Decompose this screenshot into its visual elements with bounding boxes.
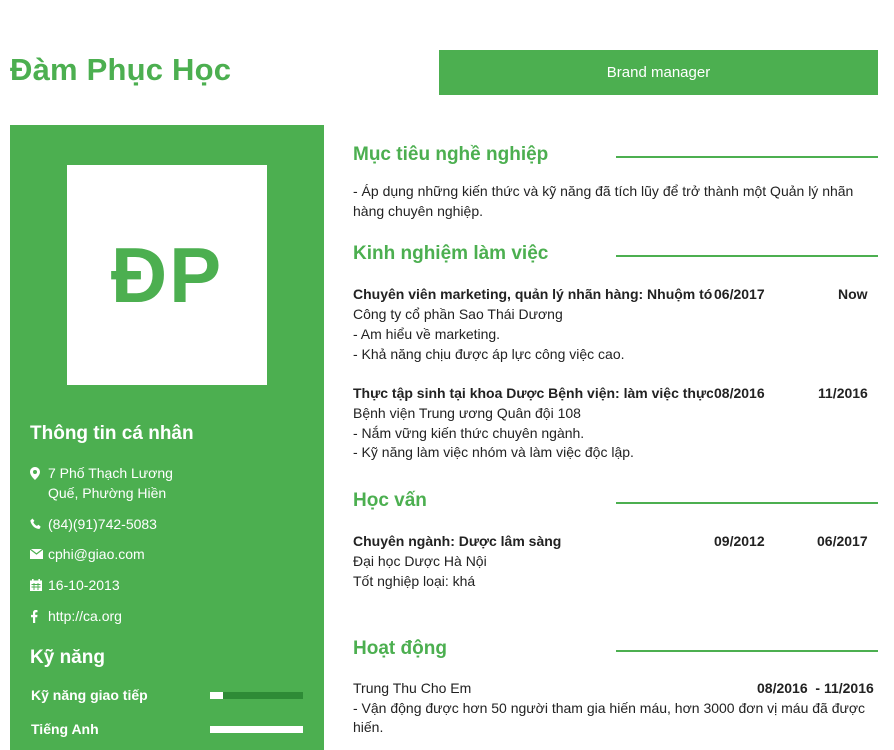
- job-detail: - Khả năng chịu được áp lực công việc ca…: [353, 346, 625, 362]
- position-title: Brand manager: [606, 64, 711, 81]
- job-detail: - Nắm vững kiến thức chuyên ngành.: [353, 425, 585, 441]
- contact-birthday: 16-10-2013: [30, 575, 120, 595]
- avatar: ĐP: [67, 165, 267, 385]
- contact-phone: (84)(91)742-5083: [30, 514, 157, 534]
- skill-item: Tiếng Anh: [31, 721, 303, 741]
- calendar-icon: [30, 575, 48, 595]
- contact-email: cphi@giao.com: [30, 544, 145, 564]
- education-start-date: 09/2012: [714, 533, 765, 549]
- job-end-date: 11/2016: [818, 385, 868, 401]
- job-detail: - Am hiểu về marketing.: [353, 326, 501, 342]
- skills-heading: Kỹ năng: [30, 647, 105, 668]
- phone-number: (84)(91)742-5083: [48, 516, 157, 532]
- section-divider: [616, 255, 878, 257]
- contact-address: 7 Phố Thạch Lương Quế, Phường Hiền: [30, 463, 173, 503]
- skill-bar-fill: [210, 726, 303, 733]
- contact-website: http://ca.org: [30, 606, 122, 626]
- website-link[interactable]: http://ca.org: [48, 606, 122, 626]
- facebook-icon: [30, 606, 48, 626]
- section-divider: [616, 650, 878, 652]
- email-address: cphi@giao.com: [48, 546, 145, 562]
- education-major: Chuyên ngành: Dược lâm sàng: [353, 533, 562, 549]
- job-start-date: 08/2016: [714, 385, 765, 401]
- education-school: Đại học Dược Hà Nội: [353, 553, 487, 569]
- skill-bar: [210, 692, 303, 699]
- education-end-date: 06/2017: [817, 533, 868, 549]
- job-role: Thực tập sinh tại khoa Dược Bệnh viện: l…: [353, 385, 713, 401]
- address-line-1: 7 Phố Thạch Lương: [48, 465, 173, 481]
- activity-name: Trung Thu Cho Em: [353, 680, 472, 696]
- activity-detail-line: hiến.: [353, 719, 384, 735]
- avatar-initials: ĐP: [110, 230, 224, 319]
- objective-text-line: hàng chuyên nghiệp.: [353, 203, 483, 219]
- address-line-2: Quế, Phường Hiền: [48, 485, 167, 501]
- skill-bar: [210, 726, 303, 733]
- job-detail: - Kỹ năng làm việc nhóm và làm việc độc …: [353, 444, 634, 460]
- job-company: Công ty cổ phần Sao Thái Dương: [353, 306, 563, 322]
- activities-title: Hoạt động: [353, 638, 447, 659]
- birthday: 16-10-2013: [48, 577, 120, 593]
- activity-detail-line: - Vận động được hơn 50 người tham gia hi…: [353, 700, 866, 716]
- skill-bar-fill: [210, 692, 224, 699]
- section-divider: [616, 502, 878, 504]
- envelope-icon: [30, 544, 48, 564]
- job-company: Bệnh viện Trung ương Quân đội 108: [353, 405, 581, 421]
- candidate-name: Đàm Phục Học: [10, 52, 232, 87]
- experience-title: Kinh nghiệm làm việc: [353, 243, 549, 264]
- map-marker-icon: [30, 463, 48, 483]
- job-role: Chuyên viên marketing, quản lý nhãn hàng…: [353, 286, 713, 302]
- skill-label: Tiếng Anh: [31, 721, 99, 737]
- objective-text-line: - Áp dụng những kiến thức và kỹ năng đã …: [353, 183, 854, 199]
- job-end-date: Now: [838, 286, 868, 302]
- skill-item: Kỹ năng giao tiếp: [31, 687, 303, 707]
- personal-info-heading: Thông tin cá nhân: [30, 423, 194, 444]
- sidebar: ĐP Thông tin cá nhân 7 Phố Thạch Lương Q…: [10, 125, 324, 750]
- objective-title: Mục tiêu nghề nghiệp: [353, 144, 549, 165]
- job-start-date: 06/2017: [714, 286, 765, 302]
- education-title: Học vấn: [353, 490, 427, 511]
- position-banner: Brand manager: [439, 50, 878, 95]
- skill-label: Kỹ năng giao tiếp: [31, 687, 148, 703]
- phone-icon: [30, 514, 48, 534]
- section-divider: [616, 156, 878, 158]
- education-grade: Tốt nghiệp loại: khá: [353, 573, 476, 589]
- activity-dates: 08/2016 - 11/2016: [757, 680, 874, 696]
